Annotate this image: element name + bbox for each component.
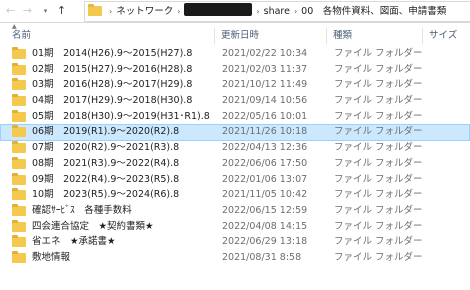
folder-date-modified: 2022/06/15 12:59 (222, 204, 308, 216)
folder-icon (12, 188, 26, 201)
folder-type: ファイル フォルダー (334, 142, 423, 154)
folder-date-modified: 2021/02/22 10:34 (222, 48, 308, 59)
breadcrumb-separator-icon: › (256, 7, 260, 16)
folder-row[interactable]: 四会連合協定 ★契約書類★ 2022/04/08 14:15 ファイル フォルダー (0, 219, 470, 235)
breadcrumb-network[interactable]: ネットワーク (116, 6, 173, 17)
folder-date-modified: 2021/08/31 8:58 (222, 251, 302, 263)
folder-type: ファイル フォルダー (334, 48, 423, 59)
folder-date-modified: 2021/11/26 10:18 (222, 126, 308, 138)
folder-icon (12, 94, 26, 107)
breadcrumb: › ネットワーク › › share › 00 各物件資料、図面、申請書類 (105, 2, 446, 21)
folder-date-modified: 2022/06/29 13:18 (222, 236, 308, 248)
folder-row[interactable]: 03期 2016(H28).9～2017(H29).8 2021/10/12 11… (0, 77, 470, 93)
breadcrumb-share[interactable]: share (264, 6, 290, 17)
folder-row[interactable]: 05期 2018(H30).9～2019(H31･R1).8 2022/05/16… (0, 109, 470, 125)
recent-locations-chevron-icon[interactable]: ▾ (38, 3, 53, 19)
folder-name: 04期 2017(H29).9～2018(H30).8 (32, 95, 193, 107)
folder-type: ファイル フォルダー (334, 126, 423, 138)
breadcrumb-separator-icon: › (293, 7, 298, 16)
folder-row[interactable]: 06期 2019(R1).9～2020(R2).8 2021/11/26 10:1… (0, 124, 470, 141)
folder-icon (12, 78, 26, 91)
folder-icon (12, 141, 26, 154)
column-size[interactable]: サイズ (422, 28, 470, 44)
folder-name: 敷地情報 (32, 251, 71, 263)
folder-row[interactable]: 08期 2021(R3).9～2022(R4).8 2022/06/06 17:5… (0, 156, 470, 172)
folder-name: 02期 2015(H27).9～2016(H28).8 (32, 63, 193, 75)
folder-type: ファイル フォルダー (334, 189, 423, 201)
folder-type: ファイル フォルダー (334, 251, 423, 263)
folder-name: 06期 2019(R1).9～2020(R2).8 (32, 126, 180, 138)
folder-name: 四会連合協定 ★契約書類★ (32, 220, 154, 232)
folder-type: ファイル フォルダー (334, 204, 423, 216)
folder-row[interactable]: 01期 2014(H26).9～2015(H27).8 2021/02/22 10… (0, 46, 470, 62)
folder-date-modified: 2022/06/06 17:50 (222, 157, 308, 169)
folder-type: ファイル フォルダー (334, 157, 423, 169)
folder-name: 07期 2020(R2).9～2021(R3).8 (32, 142, 180, 154)
folder-icon (12, 219, 26, 232)
folder-type: ファイル フォルダー (334, 110, 423, 122)
back-arrow-icon[interactable]: ← (3, 3, 18, 19)
folder-icon (12, 235, 26, 248)
up-arrow-icon[interactable]: ↑ (54, 3, 69, 19)
folder-type: ファイル フォルダー (334, 63, 423, 75)
folder-name: 09期 2022(R4).9～2023(R5).8 (32, 173, 180, 185)
column-name[interactable]: 名前 (6, 28, 214, 44)
folder-date-modified: 2022/04/08 14:15 (222, 220, 308, 232)
folder-type: ファイル フォルダー (334, 220, 423, 232)
folder-row[interactable]: 省エネ ★承諾書★ 2022/06/29 13:18 ファイル フォルダー (0, 234, 470, 250)
folder-date-modified: 2022/01/06 13:07 (222, 173, 308, 185)
folder-date-modified: 2021/11/05 10:42 (222, 189, 308, 201)
forward-arrow-icon[interactable]: → (20, 3, 35, 19)
folder-date-modified: 2022/04/13 12:36 (222, 142, 308, 154)
folder-row[interactable]: 07期 2020(R2).9～2021(R3).8 2022/04/13 12:3… (0, 140, 470, 156)
breadcrumb-separator-icon: › (109, 7, 113, 16)
folder-name: 05期 2018(H30).9～2019(H31･R1).8 (32, 110, 210, 122)
folder-icon (12, 203, 26, 216)
folder-icon (12, 125, 26, 138)
folder-icon (12, 62, 26, 75)
address-bar[interactable]: › ネットワーク › › share › 00 各物件資料、図面、申請書類 (84, 1, 470, 22)
folder-date-modified: 2021/10/12 11:49 (222, 79, 308, 91)
column-date-modified[interactable]: 更新日時 (214, 28, 326, 44)
folder-row[interactable]: 09期 2022(R4).9～2023(R5).8 2022/01/06 13:0… (0, 172, 470, 188)
folder-type: ファイル フォルダー (334, 79, 423, 91)
folder-row[interactable]: 敷地情報 2021/08/31 8:58 ファイル フォルダー (0, 250, 470, 266)
folder-icon (12, 109, 26, 122)
folder-name: 01期 2014(H26).9～2015(H27).8 (32, 48, 193, 59)
column-type[interactable]: 種類 (326, 28, 422, 44)
breadcrumb-current-folder[interactable]: 00 各物件資料、図面、申請書類 (301, 6, 446, 17)
folder-row[interactable]: 確認ｻｰﾋﾞｽ 各種手数料 2022/06/15 12:59 ファイル フォルダー (0, 203, 470, 219)
breadcrumb-separator-icon: › (177, 7, 181, 16)
folder-row[interactable]: 04期 2017(H29).9～2018(H30).8 2021/09/14 10… (0, 93, 470, 109)
column-header: 名前 更新日時 種類 サイズ (0, 28, 470, 44)
folder-date-modified: 2021/09/14 10:56 (222, 95, 308, 107)
folder-icon (12, 172, 26, 185)
folder-type: ファイル フォルダー (334, 173, 423, 185)
folder-name: 10期 2023(R5).9～2024(R6).8 (32, 189, 180, 201)
folder-name: 確認ｻｰﾋﾞｽ 各種手数料 (32, 204, 132, 216)
folder-type: ファイル フォルダー (334, 236, 423, 248)
folder-icon (12, 47, 26, 59)
folder-row[interactable]: 02期 2015(H27).9～2016(H28).8 2021/02/03 11… (0, 62, 470, 78)
folder-icon (12, 250, 26, 263)
folder-name: 省エネ ★承諾書★ (32, 236, 116, 248)
folder-icon (12, 156, 26, 169)
folder-icon (88, 4, 102, 16)
folder-date-modified: 2021/02/03 11:37 (222, 63, 308, 75)
folder-date-modified: 2022/05/16 10:01 (222, 110, 308, 122)
folder-row[interactable]: 10期 2023(R5).9～2024(R6).8 2021/11/05 10:4… (0, 187, 470, 203)
file-list: 01期 2014(H26).9～2015(H27).8 2021/02/22 10… (0, 46, 470, 266)
folder-name: 08期 2021(R3).9～2022(R4).8 (32, 157, 180, 169)
folder-type: ファイル フォルダー (334, 95, 423, 107)
address-toolbar: ← → ▾ ↑ › ネットワーク › › share › 00 各物件資料、図面、申請書類 (0, 0, 470, 23)
redacted-server-name (184, 3, 253, 16)
folder-name: 03期 2016(H28).9～2017(H29).8 (32, 79, 193, 91)
